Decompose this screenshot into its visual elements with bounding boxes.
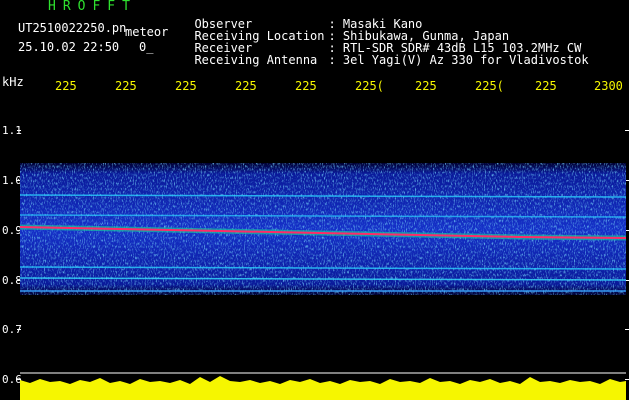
title-hrofft: HROFFT [48, 0, 137, 14]
x-axis-label: 225 [115, 79, 137, 93]
x-axis-label: 225 [415, 79, 437, 93]
x-axis-label: 225 [295, 79, 317, 93]
counter: 0_ [139, 40, 154, 54]
mode-label: meteor [125, 25, 169, 39]
meta-antenna: Receiving Antenna : 3el Yagi(V) Az 330 fo… [180, 42, 589, 67]
file-name: UT2510022250.pn [18, 21, 127, 35]
meta-value: : 3el Yagi(V) Az 330 for Vladivostok [328, 53, 589, 67]
unit-label: kHz [2, 75, 24, 89]
x-axis-label: 225 [175, 79, 197, 93]
x-axis-label: 225 [535, 79, 557, 93]
level-fill [20, 376, 626, 400]
x-axis-label: 2300 [594, 79, 623, 93]
x-axis-label: 225( [355, 79, 384, 93]
meta-label: Receiving Antenna [194, 53, 318, 67]
timestamp: 25.10.02 22:50 [18, 40, 120, 54]
waterfall-spectrogram [20, 163, 626, 295]
signal-level-strip [20, 372, 626, 400]
x-axis-label: 225 [55, 79, 77, 93]
x-axis-label: 225( [475, 79, 504, 93]
x-axis-label: 225 [235, 79, 257, 93]
